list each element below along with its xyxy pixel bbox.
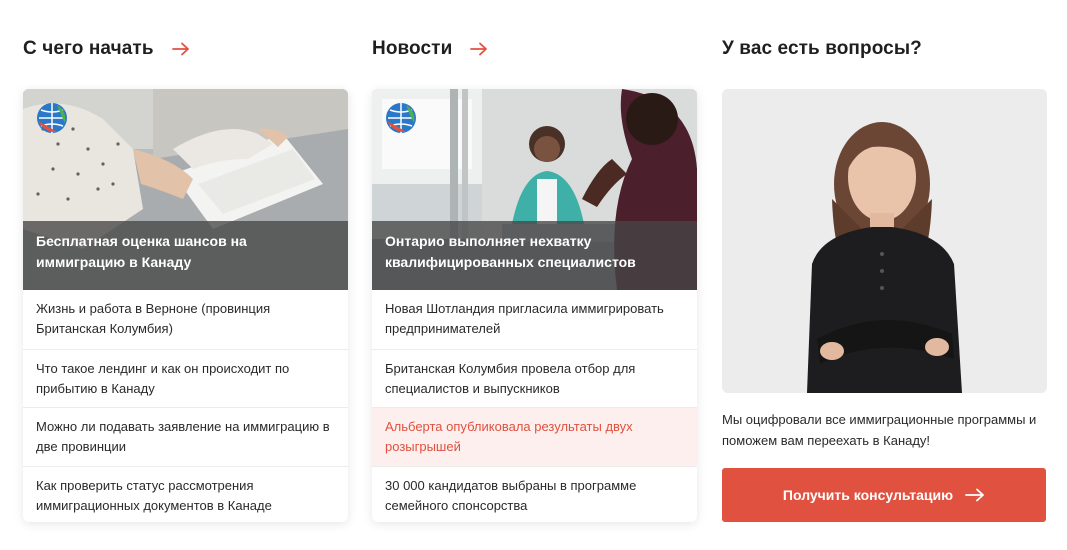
list-item[interactable]: Можно ли подавать заявление на иммиграци… [23, 407, 348, 466]
get-consultation-button[interactable]: Получить консультацию [722, 468, 1046, 522]
news-card: Онтарио выполняет нехватку квалифицирова… [372, 89, 697, 522]
list-item[interactable]: Новая Шотландия пригласила иммигрировать… [372, 290, 697, 349]
start-header[interactable]: С чего начать [23, 36, 190, 62]
list-item[interactable]: Что такое лендинг и как он происходит по… [23, 348, 348, 408]
start-list: Жизнь и работа в Верноне (провинция Брит… [23, 290, 348, 522]
arrow-right-icon[interactable] [171, 42, 190, 56]
news-title: Новости [372, 38, 453, 59]
questions-title: У вас есть вопросы? [722, 38, 922, 59]
consultant-photo [722, 89, 1047, 393]
list-item[interactable]: Жизнь и работа в Верноне (провинция Брит… [23, 290, 348, 349]
questions-text: Мы оцифровали все иммиграционные програм… [722, 412, 1037, 448]
list-item[interactable]: 30 000 кандидатов выбраны в программе се… [372, 465, 697, 523]
list-item-active[interactable]: Альберта опубликовала результаты двух ро… [372, 407, 697, 466]
start-hero-overlay: Бесплатная оценка шансов на иммиграцию в… [23, 221, 348, 290]
list-item[interactable]: Как проверить статус рассмотрения иммигр… [23, 465, 348, 523]
arrow-right-icon[interactable] [470, 42, 488, 56]
globe-logo-icon [384, 101, 418, 135]
start-title: С чего начать [23, 38, 154, 59]
list-item[interactable]: Британская Колумбия провела отбор для сп… [372, 348, 697, 408]
get-consultation-label: Получить консультацию [782, 487, 954, 503]
news-hero-title[interactable]: Онтарио выполняет нехватку квалифицирова… [385, 231, 684, 273]
questions-header: У вас есть вопросы? [722, 36, 922, 62]
arrow-right-icon [965, 488, 985, 502]
start-hero[interactable]: Бесплатная оценка шансов на иммиграцию в… [23, 89, 348, 290]
globe-logo-icon [35, 101, 69, 135]
news-header[interactable]: Новости [372, 36, 488, 62]
start-hero-title[interactable]: Бесплатная оценка шансов на иммиграцию в… [36, 231, 335, 273]
news-list: Новая Шотландия пригласила иммигрировать… [372, 290, 697, 522]
news-hero-overlay: Онтарио выполняет нехватку квалифицирова… [372, 221, 697, 290]
news-hero[interactable]: Онтарио выполняет нехватку квалифицирова… [372, 89, 697, 290]
start-card: Бесплатная оценка шансов на иммиграцию в… [23, 89, 348, 522]
